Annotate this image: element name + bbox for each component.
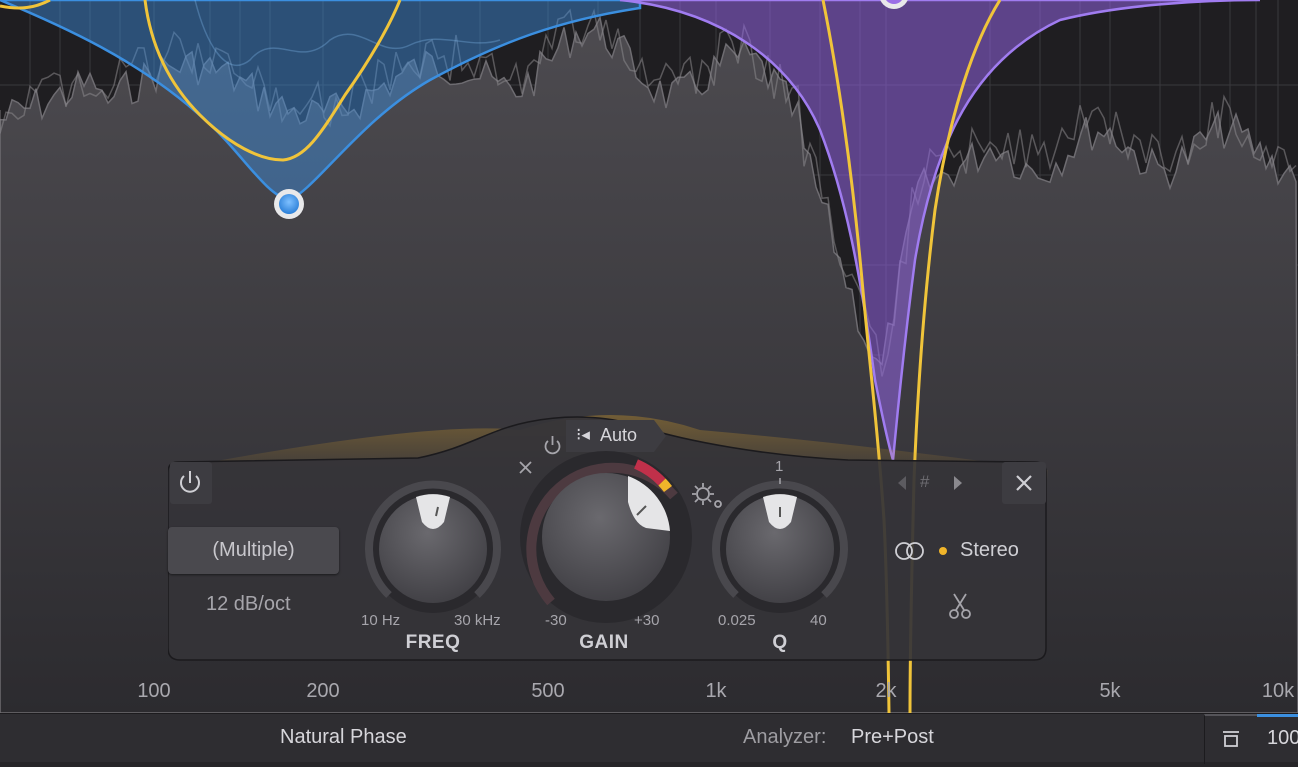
status-bar: Natural Phase Analyzer: Pre+Post 100 — [0, 713, 1298, 765]
filter-shape-button[interactable]: (Multiple) — [168, 527, 339, 574]
q-center-label: 1 — [775, 458, 784, 475]
gain-min-label: -30 — [545, 612, 567, 629]
freq-label-1k: 1k — [705, 680, 727, 702]
filter-shape-value: (Multiple) — [212, 539, 295, 561]
freq-label-2k: 2k — [875, 680, 897, 702]
q-label: Q — [772, 632, 788, 653]
gain-knob[interactable] — [520, 451, 692, 623]
freq-max-label: 30 kHz — [454, 612, 501, 629]
freq-label-100: 100 — [137, 680, 171, 702]
zoom-value: 100 — [1267, 727, 1298, 749]
freq-label-5k: 5k — [1099, 680, 1121, 702]
freq-min-label: 10 Hz — [361, 612, 401, 629]
analyzer-mode-button[interactable]: Pre+Post — [851, 726, 934, 749]
q-knob[interactable] — [712, 478, 848, 613]
freq-label-200: 200 — [306, 680, 340, 702]
freq-label-10k: 10k — [1261, 680, 1295, 702]
auto-icon: ⁝◂ — [576, 425, 590, 444]
collapse-button[interactable] — [1204, 714, 1257, 764]
band-nav-symbol: # — [920, 472, 930, 491]
freq-knob[interactable] — [365, 480, 501, 613]
band-edit-panel: ⁝◂ Auto (Multiple) 12 dB/oct 10 Hz 30 kH… — [168, 412, 1048, 662]
q-min-label: 0.025 — [718, 612, 756, 629]
stereo-placement-button[interactable]: Stereo — [874, 527, 1046, 574]
band-1-node[interactable] — [279, 194, 299, 214]
freq-label: FREQ — [405, 632, 461, 653]
gain-label: GAIN — [579, 632, 629, 653]
zoom-selector[interactable]: 100 — [1257, 714, 1298, 765]
q-max-label: 40 — [810, 612, 827, 629]
gain-max-label: +30 — [634, 612, 660, 629]
analyzer-label: Analyzer: — [743, 726, 827, 748]
stereo-label: Stereo — [960, 539, 1019, 561]
freq-label-500: 500 — [531, 680, 565, 702]
processing-mode-button[interactable]: Natural Phase — [280, 726, 407, 749]
collapse-icon — [1223, 731, 1239, 747]
slope-selector[interactable]: 12 dB/oct — [206, 593, 291, 616]
auto-button[interactable]: Auto — [600, 425, 637, 446]
